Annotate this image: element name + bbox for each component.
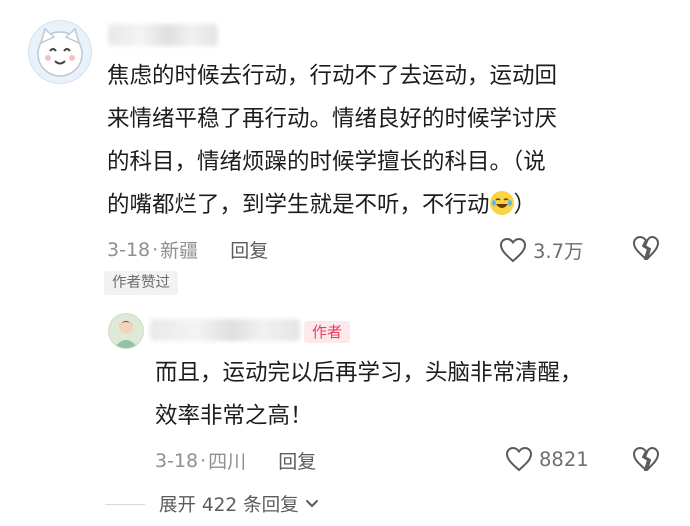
comment-line-4: 的嘴都烂了，到学生就是不听，不行动 ） [107, 191, 537, 218]
heart-outline-icon [505, 446, 533, 472]
expand-replies-button[interactable]: 展开 422 条回复 [105, 491, 319, 517]
reply-avatar[interactable] [108, 313, 144, 349]
comment-text: 焦虑的时候去行动，行动不了去运动，运动回 来情绪平稳了再行动。情绪良好的时候学讨… [107, 55, 667, 227]
expand-replies-label: 展开 422 条回复 [159, 495, 299, 516]
reply-avatar-icon [114, 320, 138, 348]
like-count: 3.7万 [533, 240, 584, 263]
reply-line-1: 而且，运动完以后再学习，头脑非常清醒， [155, 360, 583, 386]
avatar[interactable] [28, 20, 92, 84]
author-badge: 作者 [304, 321, 351, 343]
comment-date: 3-18 [107, 238, 151, 261]
reply-text: 而且，运动完以后再学习，头脑非常清醒， 效率非常之高！ [155, 352, 655, 438]
divider [105, 503, 145, 505]
comment-line-1: 焦虑的时候去行动，行动不了去运动，运动回 [107, 63, 558, 89]
reply-dislike-button[interactable] [632, 446, 660, 476]
author-liked-tag: 作者赞过 [104, 271, 178, 295]
comment-meta: 3-18 · 新疆 回复 [107, 236, 268, 263]
reply-line-2: 效率非常之高！ [155, 403, 313, 429]
reply-reply-button[interactable]: 回复 [278, 447, 316, 474]
reply-like-button[interactable]: 8821 [505, 446, 589, 472]
broken-heart-icon [633, 447, 659, 471]
like-button[interactable]: 3.7万 [499, 235, 584, 264]
reply-username-blurred[interactable] [150, 319, 300, 341]
comment-location: 新疆 [160, 240, 199, 262]
dislike-button[interactable] [632, 235, 660, 265]
reply-meta: 3-18 · 四川 回复 [155, 447, 316, 474]
comment-line-3: 的科目，情绪烦躁的时候学擅长的科目。（说 [107, 149, 546, 175]
comment-line-2: 来情绪平稳了再行动。情绪良好的时候学讨厌 [107, 106, 558, 132]
broken-heart-icon [633, 236, 659, 260]
cat-avatar-icon [37, 27, 83, 77]
heart-outline-icon [499, 237, 527, 262]
reply-date: 3-18 [155, 449, 199, 472]
username-blurred[interactable] [108, 24, 218, 46]
reply-button[interactable]: 回复 [230, 236, 268, 263]
reply-location: 四川 [208, 451, 247, 473]
reply-like-count: 8821 [539, 447, 589, 471]
chevron-down-icon [305, 500, 318, 507]
laugh-crying-emoji-icon [489, 191, 514, 215]
